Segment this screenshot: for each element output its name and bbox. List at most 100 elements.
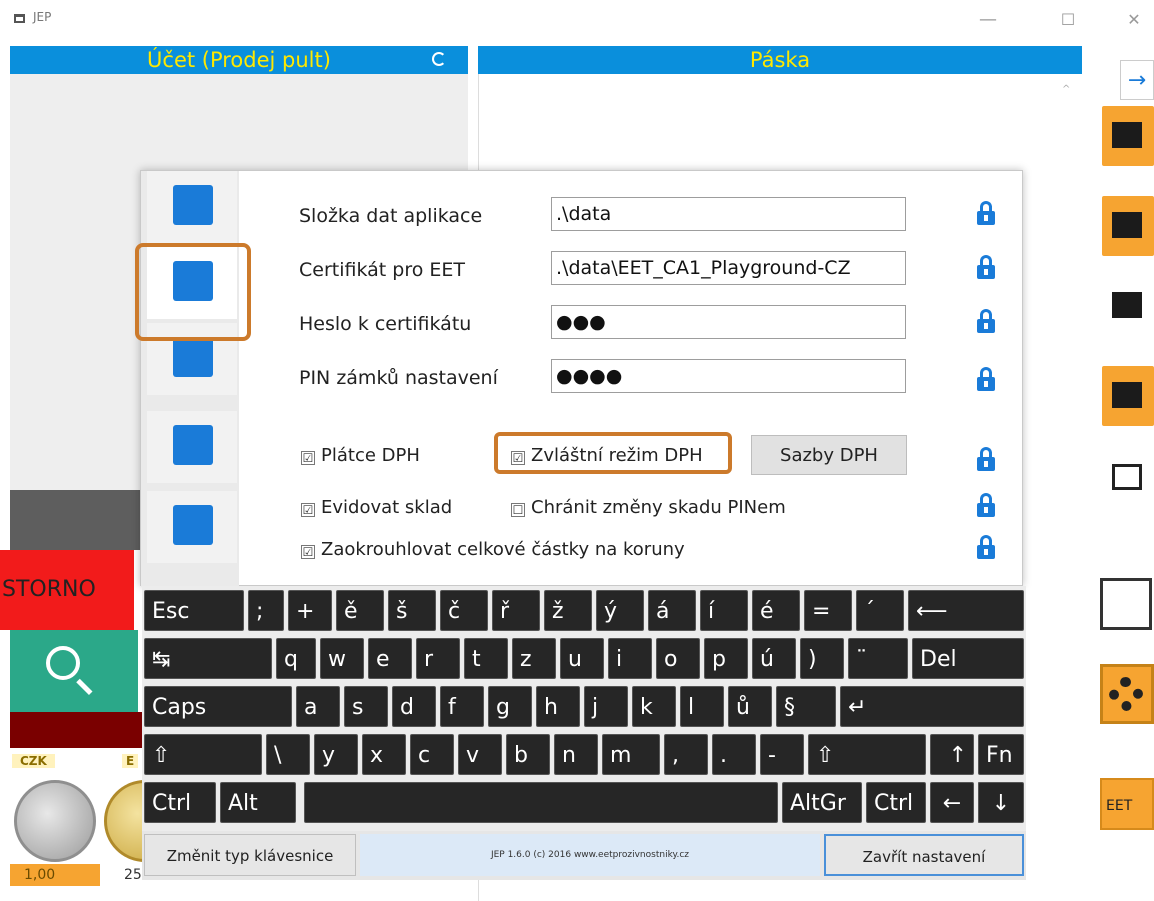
shift-key-right[interactable]: ⇧ [808,734,926,775]
key[interactable]: k [632,686,676,727]
alt-key[interactable]: Alt [220,782,296,823]
key[interactable]: z [512,638,556,679]
key[interactable]: t [464,638,508,679]
key[interactable]: ý [596,590,644,631]
key[interactable]: g [488,686,532,727]
altgr-key[interactable]: AltGr [782,782,862,823]
key[interactable]: h [536,686,580,727]
key[interactable]: í [700,590,748,631]
lock-icon[interactable] [977,255,995,279]
scroll-up-icon[interactable]: ^ [1062,84,1074,95]
maximize-button[interactable]: ☐ [1048,6,1088,34]
key[interactable]: ú [752,638,796,679]
key[interactable]: w [320,638,364,679]
key[interactable]: m [602,734,660,775]
key[interactable]: \ [266,734,310,775]
arrow-up-key[interactable]: ↑ [930,734,974,775]
key[interactable]: n [554,734,598,775]
caps-key[interactable]: Caps [144,686,292,727]
nav-general[interactable] [147,171,237,243]
app-data-folder-input[interactable]: .\data [551,197,906,231]
close-settings-button[interactable]: Zavřít nastavení [824,834,1024,876]
key[interactable]: ů [728,686,772,727]
key[interactable]: ; [248,590,284,631]
key[interactable]: § [776,686,836,727]
close-button[interactable]: ✕ [1114,6,1154,34]
calendar-icon[interactable] [1100,578,1152,630]
settings-pin-input[interactable]: ●●●● [551,359,906,393]
nav-network[interactable] [147,411,237,483]
protect-stock-pin-checkbox[interactable]: ☐ Chránit změny skadu PINem [511,497,786,518]
key[interactable]: á [648,590,696,631]
settings-button[interactable] [1100,664,1154,724]
czk-coin-icon[interactable] [14,780,96,862]
minimize-button[interactable]: — [968,6,1008,34]
key[interactable]: d [392,686,436,727]
arrow-down-key[interactable]: ↓ [978,782,1024,823]
vat-rates-button[interactable]: Sazby DPH [751,435,907,475]
key[interactable]: ě [336,590,384,631]
lock-icon[interactable] [977,309,995,333]
key[interactable]: j [584,686,628,727]
shift-key[interactable]: ⇧ [144,734,262,775]
key[interactable]: s [344,686,388,727]
lock-icon[interactable] [977,367,995,391]
key[interactable]: b [506,734,550,775]
key[interactable]: u [560,638,604,679]
customers-button[interactable] [1102,196,1154,256]
key[interactable]: . [712,734,756,775]
forward-arrow-button[interactable]: → [1120,60,1154,100]
lock-icon[interactable] [977,535,995,559]
key[interactable]: o [656,638,700,679]
sales-stats-button[interactable] [1102,106,1154,166]
key[interactable]: + [288,590,332,631]
lock-icon[interactable] [977,493,995,517]
key[interactable]: š [388,590,436,631]
track-stock-checkbox[interactable]: ☑ Evidovat sklad [301,497,452,518]
search-button[interactable] [10,630,138,712]
key[interactable]: c [410,734,454,775]
round-totals-checkbox[interactable]: ☑ Zaokrouhlovat celkové částky na koruny [301,539,685,560]
key[interactable]: - [760,734,804,775]
delete-key[interactable]: Del [912,638,1024,679]
change-keyboard-button[interactable]: Změnit typ klávesnice [144,834,356,876]
key[interactable]: a [296,686,340,727]
key[interactable]: ´ [856,590,904,631]
key[interactable]: q [276,638,316,679]
cash-button[interactable] [1102,366,1154,426]
backspace-key[interactable]: ⟵ [908,590,1024,631]
fn-key[interactable]: Fn [978,734,1024,775]
key[interactable]: é [752,590,800,631]
key[interactable]: Esc [144,590,244,631]
key[interactable]: ¨ [848,638,908,679]
lock-icon[interactable] [977,201,995,225]
vat-payer-checkbox[interactable]: ☑ Plátce DPH [301,445,420,466]
storno-button[interactable]: STORNO [0,550,134,630]
ctrl-key[interactable]: Ctrl [144,782,216,823]
lock-icon[interactable] [977,447,995,471]
key[interactable]: , [664,734,708,775]
key[interactable]: = [804,590,852,631]
nav-font-size[interactable] [147,491,237,563]
refresh-icon[interactable] [432,52,446,66]
eet-button[interactable]: EET [1100,778,1154,830]
key[interactable]: p [704,638,748,679]
arrow-left-key[interactable]: ← [930,782,974,823]
bank-button[interactable] [1102,276,1154,336]
enter-key[interactable]: ↵ [840,686,1024,727]
key[interactable]: f [440,686,484,727]
receipt-button[interactable] [1102,448,1154,508]
certificate-input[interactable]: .\data\EET_CA1_Playground-CZ [551,251,906,285]
key[interactable]: ) [800,638,844,679]
key[interactable]: v [458,734,502,775]
cert-password-input[interactable]: ●●● [551,305,906,339]
key[interactable]: l [680,686,724,727]
key[interactable]: x [362,734,406,775]
ctrl-key-right[interactable]: Ctrl [866,782,926,823]
key[interactable]: ř [492,590,540,631]
space-key[interactable] [304,782,778,823]
key[interactable]: i [608,638,652,679]
key[interactable]: e [368,638,412,679]
key[interactable]: r [416,638,460,679]
key[interactable]: č [440,590,488,631]
